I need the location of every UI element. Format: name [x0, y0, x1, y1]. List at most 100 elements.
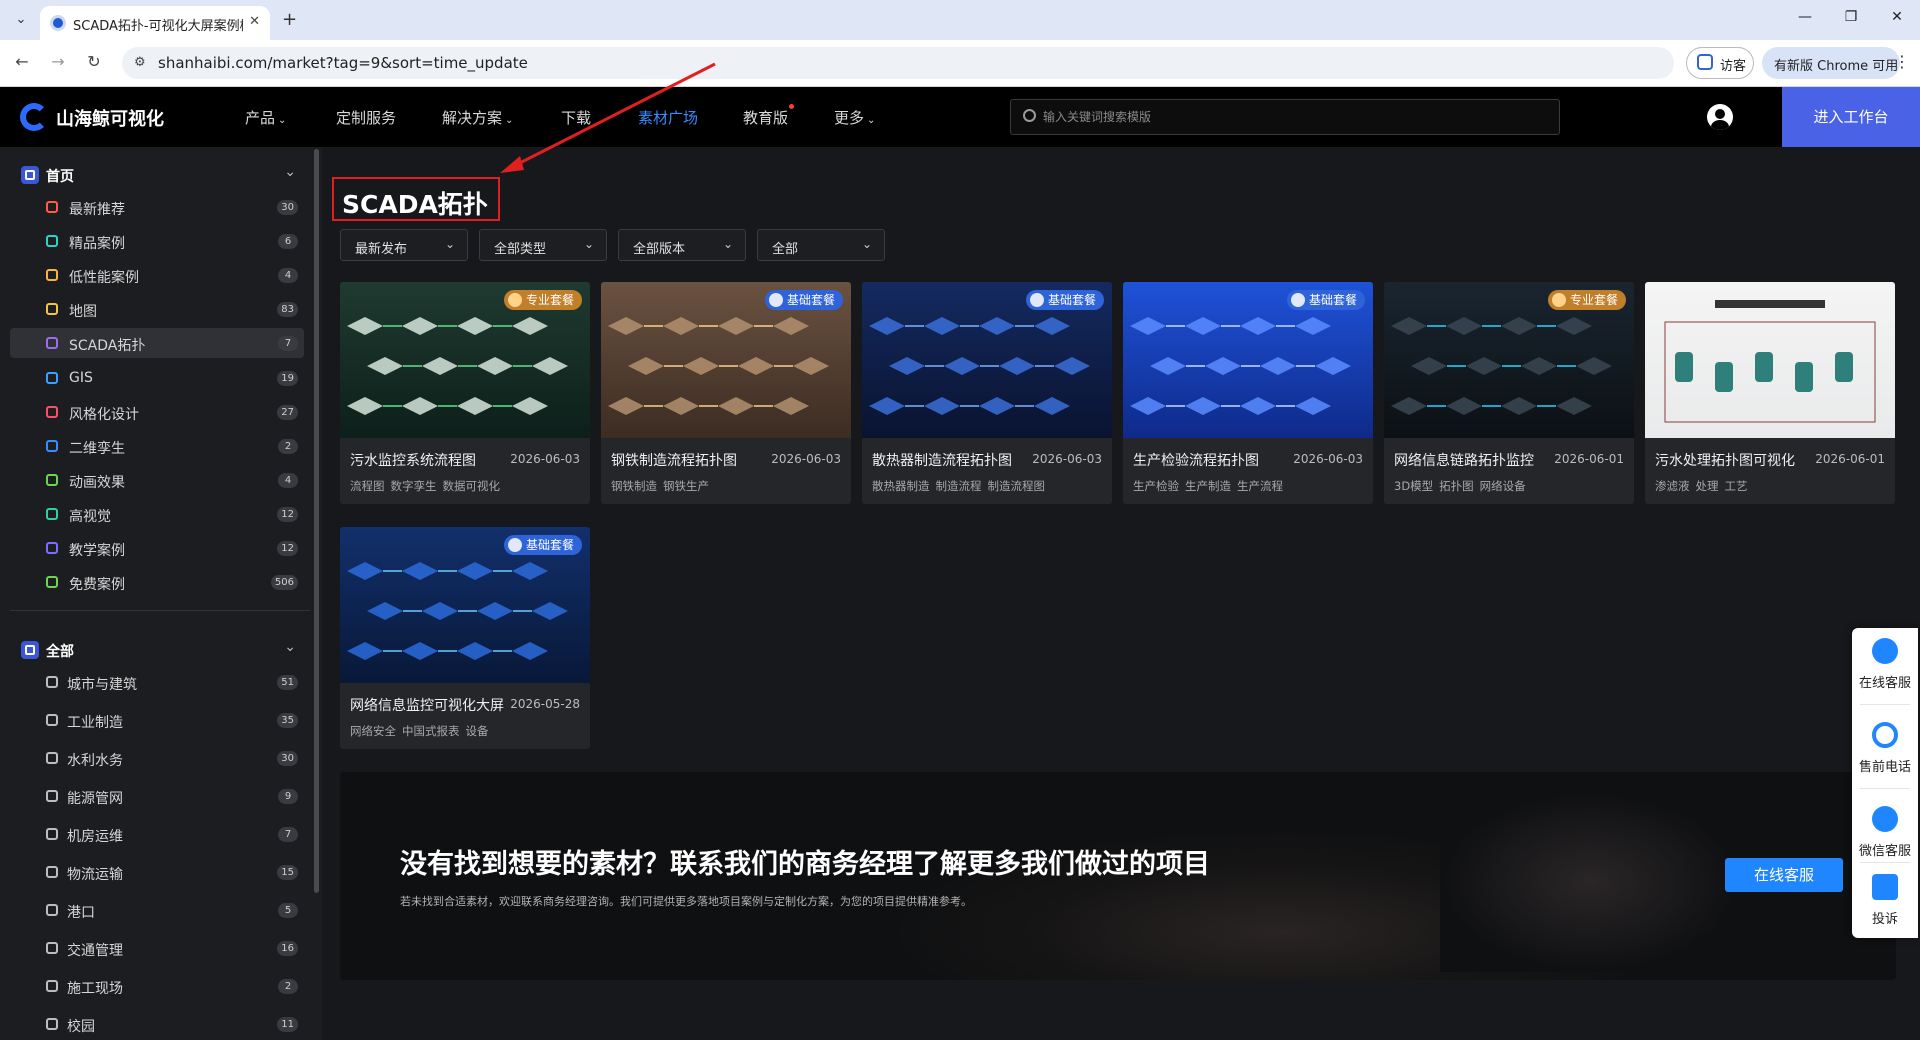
sidebar-item[interactable]: 免费案例 506 — [10, 567, 304, 597]
back-arrow-icon[interactable]: ← — [10, 52, 34, 71]
restore-window-icon[interactable]: ❐ — [1836, 9, 1866, 25]
card-tag[interactable]: 制造流程 — [936, 479, 982, 493]
card-title[interactable]: 污水处理拓扑图可视化 — [1655, 450, 1815, 470]
card-tag[interactable]: 网络设备 — [1480, 479, 1526, 493]
template-card[interactable]: 基础套餐 生产检验流程拓扑图 2026-06-03 生产检验 生产制造 生产流程 — [1123, 282, 1373, 504]
card-tag[interactable]: 钢铁制造 — [611, 479, 657, 493]
card-tag[interactable]: 3D模型 — [1394, 479, 1433, 493]
sidebar-item[interactable]: 高视觉 12 — [10, 499, 304, 529]
chevron-down-icon[interactable]: ⌄ — [284, 164, 296, 180]
presale-phone-item[interactable]: 售前电话 — [1852, 712, 1918, 784]
sidebar-item[interactable]: 风格化设计 27 — [10, 397, 304, 427]
online-service-button[interactable]: 在线客服 — [1725, 858, 1843, 892]
filter-dropdown[interactable]: 全部类型 ⌄ — [479, 229, 607, 261]
sidebar-item-label: 校园 — [67, 1019, 95, 1035]
wechat-service-item[interactable]: 微信客服 — [1852, 796, 1918, 868]
card-tag[interactable]: 生产检验 — [1133, 479, 1179, 493]
forward-arrow-icon[interactable]: → — [46, 52, 70, 71]
complaint-item[interactable]: 投诉 — [1852, 864, 1918, 936]
site-logo[interactable]: 山海鲸可视化 — [56, 105, 164, 131]
nav-item[interactable]: 更多 ⌄ — [834, 107, 875, 128]
card-tag[interactable]: 中国式报表 — [402, 724, 460, 738]
sidebar-item[interactable]: 二维孪生 2 — [10, 431, 304, 461]
sidebar-scrollbar[interactable] — [314, 149, 319, 893]
service-label: 投诉 — [1871, 912, 1898, 927]
template-card[interactable]: 基础套餐 钢铁制造流程拓扑图 2026-06-03 钢铁制造 钢铁生产 — [601, 282, 851, 504]
sidebar-item[interactable]: 交通管理 16 — [10, 933, 304, 963]
chrome-update-button[interactable]: 有新版 Chrome 可用 — [1762, 47, 1900, 79]
more-menu-icon[interactable]: ⋮ — [1894, 52, 1910, 71]
sidebar-item[interactable]: GIS 19 — [10, 363, 304, 393]
card-tag[interactable]: 流程图 — [350, 479, 385, 493]
card-title[interactable]: 生产检验流程拓扑图 — [1133, 450, 1293, 470]
address-bar[interactable]: ⚙ shanhaibi.com/market?tag=9&sort=time_u… — [122, 47, 1674, 79]
sidebar-item[interactable]: 机房运维 7 — [10, 819, 304, 849]
close-tab-icon[interactable]: ✕ — [249, 14, 260, 29]
browser-tab[interactable]: SCADA拓扑-可视化大屏案例模 ✕ — [40, 6, 270, 40]
card-tag[interactable]: 数据可视化 — [443, 479, 501, 493]
sidebar-item[interactable]: 施工现场 2 — [10, 971, 304, 1001]
card-tag[interactable]: 数字孪生 — [391, 479, 437, 493]
card-title[interactable]: 污水监控系统流程图 — [350, 450, 510, 470]
card-thumbnail[interactable] — [1645, 282, 1895, 438]
sidebar-item[interactable]: SCADA拓扑 7 — [10, 328, 304, 359]
chevron-down-icon: ⌄ — [861, 237, 872, 251]
sidebar-item[interactable]: 水利水务 30 — [10, 743, 304, 773]
sidebar-item[interactable]: 最新推荐 30 — [10, 192, 304, 222]
card-tag[interactable]: 拓扑图 — [1439, 479, 1474, 493]
guest-profile-button[interactable]: 访客 — [1686, 47, 1754, 79]
filter-dropdown[interactable]: 全部版本 ⌄ — [618, 229, 746, 261]
card-tag[interactable]: 工艺 — [1725, 479, 1748, 493]
sidebar-item[interactable]: 能源管网 9 — [10, 781, 304, 811]
enter-workbench-button[interactable]: 进入工作台 — [1782, 87, 1920, 147]
sidebar-item[interactable]: 校园 11 — [10, 1009, 304, 1039]
card-tag[interactable]: 钢铁生产 — [663, 479, 709, 493]
card-tag[interactable]: 设备 — [466, 724, 489, 738]
group-home[interactable]: 首页 ⌄ — [20, 159, 300, 187]
template-card[interactable]: 基础套餐 网络信息监控可视化大屏 2026-05-28 网络安全 中国式报表 设备 — [340, 527, 590, 749]
sidebar-item[interactable]: 港口 5 — [10, 895, 304, 925]
sidebar-item[interactable]: 动画效果 4 — [10, 465, 304, 495]
reload-icon[interactable]: ↻ — [82, 52, 106, 71]
card-tag[interactable]: 制造流程图 — [988, 479, 1046, 493]
address-url[interactable]: shanhaibi.com/market?tag=9&sort=time_upd… — [158, 54, 528, 72]
nav-item[interactable]: 定制服务 — [336, 107, 396, 128]
group-all[interactable]: 全部 ⌄ — [20, 634, 300, 662]
logo-icon[interactable] — [20, 103, 48, 131]
site-info-icon[interactable]: ⚙ — [134, 55, 146, 70]
search-input[interactable] — [1043, 106, 1543, 128]
nav-item[interactable]: 教育版 — [743, 104, 795, 128]
filter-dropdown[interactable]: 最新发布 ⌄ — [340, 229, 468, 261]
card-tag[interactable]: 渗滤液 — [1655, 479, 1690, 493]
online-service-item[interactable]: 在线客服 — [1852, 628, 1918, 700]
card-tag[interactable]: 处理 — [1696, 479, 1719, 493]
search-box[interactable] — [1010, 99, 1560, 135]
tab-search-chevron-icon[interactable]: ⌄ — [10, 9, 32, 31]
close-window-icon[interactable]: ✕ — [1882, 9, 1912, 25]
card-tag[interactable]: 散热器制造 — [872, 479, 930, 493]
user-avatar-icon[interactable] — [1707, 104, 1733, 130]
card-title[interactable]: 钢铁制造流程拓扑图 — [611, 450, 771, 470]
filter-dropdown[interactable]: 全部 ⌄ — [757, 229, 885, 261]
card-title[interactable]: 散热器制造流程拓扑图 — [872, 450, 1032, 470]
sidebar-item[interactable]: 低性能案例 4 — [10, 260, 304, 290]
template-card[interactable]: 基础套餐 散热器制造流程拓扑图 2026-06-03 散热器制造 制造流程 制造流程图 — [862, 282, 1112, 504]
new-tab-plus-icon[interactable]: + — [282, 9, 297, 31]
sidebar-item[interactable]: 城市与建筑 51 — [10, 667, 304, 697]
chevron-down-icon[interactable]: ⌄ — [284, 639, 296, 655]
card-tag[interactable]: 网络安全 — [350, 724, 396, 738]
sidebar-item[interactable]: 物流运输 15 — [10, 857, 304, 887]
template-card[interactable]: 专业套餐 网络信息链路拓扑监控 2026-06-01 3D模型 拓扑图 网络设备 — [1384, 282, 1634, 504]
card-title[interactable]: 网络信息监控可视化大屏 — [350, 695, 510, 715]
sidebar-item[interactable]: 地图 83 — [10, 294, 304, 324]
sidebar-item[interactable]: 教学案例 12 — [10, 533, 304, 563]
sidebar-item[interactable]: 精品案例 6 — [10, 226, 304, 256]
nav-item[interactable]: 产品 ⌄ — [245, 107, 286, 128]
template-card[interactable]: 污水处理拓扑图可视化 2026-06-01 渗滤液 处理 工艺 — [1645, 282, 1895, 504]
minimize-window-icon[interactable]: — — [1790, 9, 1820, 25]
card-tag[interactable]: 生产流程 — [1237, 479, 1283, 493]
sidebar-item[interactable]: 工业制造 35 — [10, 705, 304, 735]
card-title[interactable]: 网络信息链路拓扑监控 — [1394, 450, 1554, 470]
template-card[interactable]: 专业套餐 污水监控系统流程图 2026-06-03 流程图 数字孪生 数据可视化 — [340, 282, 590, 504]
card-tag[interactable]: 生产制造 — [1185, 479, 1231, 493]
